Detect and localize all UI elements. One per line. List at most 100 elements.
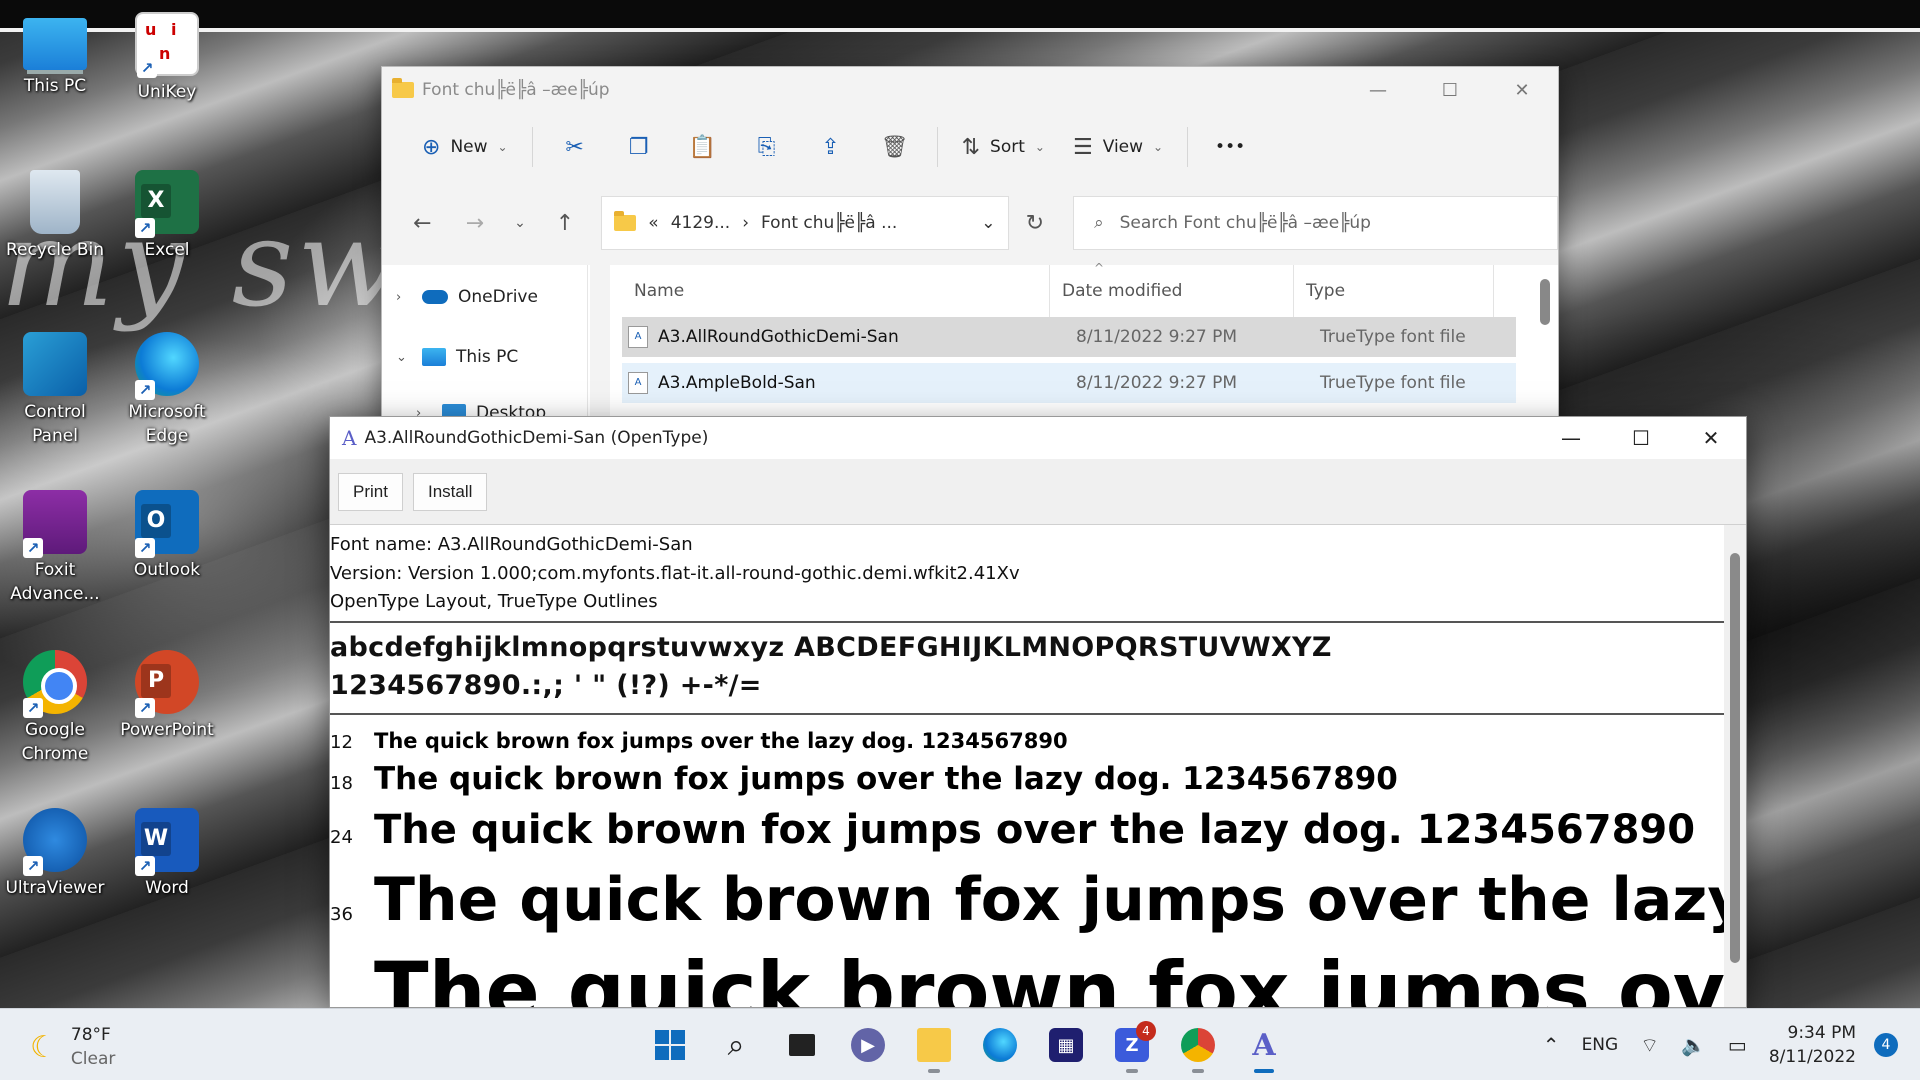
font-file-icon: A <box>628 372 648 394</box>
copy-icon: ❐ <box>628 134 649 160</box>
file-list-scrollbar[interactable] <box>1540 279 1550 325</box>
store-taskbar-button[interactable]: ▦ <box>1036 1019 1096 1071</box>
task-view-button[interactable] <box>772 1019 832 1071</box>
zalo-taskbar-button[interactable]: Z 4 <box>1102 1019 1162 1073</box>
column-header-name[interactable]: Name <box>622 265 1050 317</box>
close-button[interactable]: ✕ <box>1486 67 1558 113</box>
cut-button[interactable]: ✂ <box>545 125 605 169</box>
share-button[interactable]: ⇪ <box>801 125 861 169</box>
sample-text: The quick brown fox jumps over the lazy … <box>374 807 1696 853</box>
rename-button[interactable]: ⎘ <box>737 125 797 169</box>
desktop-icon-word[interactable]: W ↗ Word <box>112 808 222 900</box>
back-button[interactable]: ← <box>396 211 449 236</box>
desktop-icon-edge[interactable]: ↗ Microsoft Edge <box>112 332 222 448</box>
running-indicator <box>1192 1069 1204 1073</box>
volume-icon[interactable]: 🔈 <box>1681 1033 1706 1057</box>
wifi-icon[interactable]: ⌔ <box>1640 1033 1659 1058</box>
column-header-type[interactable]: Type <box>1294 265 1494 317</box>
maximize-button[interactable]: ☐ <box>1414 67 1486 113</box>
font-layout: OpenType Layout, TrueType Outlines <box>330 591 658 612</box>
desktop-icon-unikey[interactable]: u i n ↗ UniKey <box>112 12 222 104</box>
edge-taskbar-button[interactable] <box>970 1019 1030 1071</box>
column-label: Date modified <box>1062 281 1183 301</box>
shortcut-arrow-icon: ↗ <box>23 538 43 558</box>
recent-locations-button[interactable]: ⌄ <box>501 215 539 231</box>
print-button[interactable]: Print <box>338 472 403 511</box>
minimize-button[interactable]: — <box>1342 67 1414 113</box>
column-header-date[interactable]: Date modified <box>1050 265 1294 317</box>
navigation-scrollbar[interactable] <box>590 265 610 425</box>
sample-size: 12 <box>330 732 353 753</box>
font-viewer-titlebar[interactable]: A A3.AllRoundGothicDemi-San (OpenType) —… <box>330 417 1746 459</box>
address-overflow[interactable]: « <box>648 213 658 233</box>
forward-button[interactable]: → <box>449 211 502 236</box>
file-explorer-taskbar-button[interactable] <box>904 1019 964 1073</box>
file-date: 8/11/2022 9:27 PM <box>1076 373 1238 393</box>
clock[interactable]: 9:34 PM 8/11/2022 <box>1769 1021 1856 1069</box>
desktop-icon-recycle-bin[interactable]: Recycle Bin <box>0 170 110 262</box>
weather-condition: Clear <box>70 1049 116 1069</box>
file-row[interactable]: A A3.AmpleBold-San 8/11/2022 9:27 PM Tru… <box>622 363 1516 403</box>
word-letter-icon: W <box>141 822 171 856</box>
search-box[interactable]: ⌕ Search Font chu╠ë╠â –æe╠úp <box>1073 196 1558 250</box>
sample-size: 24 <box>330 827 353 848</box>
sample-text: The quick brown fox jumps over the lazy … <box>374 761 1398 797</box>
taskbar-search-button[interactable]: ⌕ <box>706 1019 766 1071</box>
nav-item-this-pc[interactable]: ⌄ This PC <box>396 347 518 367</box>
copy-button[interactable]: ❐ <box>609 125 669 169</box>
refresh-button[interactable]: ↻ <box>1009 211 1062 236</box>
explorer-title: Font chu╠ë╠â –æe╠úp <box>422 80 610 100</box>
chrome-taskbar-button[interactable] <box>1168 1019 1228 1073</box>
close-button[interactable]: ✕ <box>1676 417 1746 459</box>
view-button[interactable]: ☰ View ⌄ <box>1061 125 1175 169</box>
breadcrumb-item[interactable]: Font chu╠ë╠â ... <box>761 213 897 233</box>
desktop-icon-foxit[interactable]: ↗ Foxit Advance... <box>0 490 110 606</box>
font-viewer-taskbar-button[interactable]: A <box>1234 1019 1294 1073</box>
outlook-icon: O ↗ <box>135 490 199 558</box>
notification-center-badge[interactable]: 4 <box>1874 1033 1898 1057</box>
delete-button[interactable]: 🗑 <box>865 125 925 169</box>
unikey-icon: u i n ↗ <box>135 12 199 78</box>
nav-item-onedrive[interactable]: › OneDrive <box>396 287 538 307</box>
sort-button[interactable]: ⇅ Sort ⌄ <box>950 125 1057 169</box>
active-indicator <box>1254 1069 1274 1073</box>
explorer-titlebar[interactable]: Font chu╠ë╠â –æe╠úp — ☐ ✕ <box>382 67 1558 113</box>
desktop-icon-control-panel[interactable]: Control Panel <box>0 332 110 448</box>
desktop-icon-this-pc[interactable]: This PC <box>0 12 110 98</box>
word-icon: W ↗ <box>135 808 199 876</box>
desktop-icon-outlook[interactable]: O ↗ Outlook <box>112 490 222 582</box>
start-button[interactable] <box>640 1019 700 1071</box>
paste-button[interactable]: 📋 <box>673 125 733 169</box>
view-label: View <box>1102 137 1144 157</box>
outlook-letter-icon: O <box>141 504 171 538</box>
teams-chat-button[interactable]: ▶ <box>838 1019 898 1071</box>
desktop-icon-powerpoint[interactable]: P ↗ PowerPoint <box>112 650 222 742</box>
address-bar[interactable]: « 4129... › Font chu╠ë╠â ... ⌄ <box>601 196 1009 250</box>
minimize-button[interactable]: — <box>1536 417 1606 459</box>
file-row[interactable]: A A3.AllRoundGothicDemi-San 8/11/2022 9:… <box>622 317 1516 357</box>
install-button[interactable]: Install <box>412 472 488 511</box>
toolbar-separator <box>531 127 533 167</box>
sample-text: The quick brown fox jumps over the lazy … <box>374 729 1068 753</box>
system-tray: ⌃ ENG ⌔ 🔈 ▭ 9:34 PM 8/11/2022 4 <box>1543 1009 1920 1080</box>
weather-widget[interactable]: ☾ 78°F Clear <box>30 1023 115 1071</box>
address-dropdown-icon[interactable]: ⌄ <box>981 213 995 233</box>
desktop-icon-chrome[interactable]: ↗ Google Chrome <box>0 650 110 766</box>
desktop-icon-ultraviewer[interactable]: ↗ UltraViewer <box>0 808 110 900</box>
desktop-icon-label: Excel <box>144 240 190 260</box>
font-preview-area: Font name: A3.AllRoundGothicDemi-San Ver… <box>330 525 1726 1007</box>
battery-icon[interactable]: ▭ <box>1728 1033 1747 1057</box>
more-options-button[interactable]: ••• <box>1200 125 1260 169</box>
windows-logo-icon <box>653 1028 687 1062</box>
scrollbar-thumb[interactable] <box>1730 553 1740 963</box>
desktop-icon-excel[interactable]: X ↗ Excel <box>112 170 222 262</box>
show-hidden-icons-button[interactable]: ⌃ <box>1543 1033 1560 1057</box>
new-button[interactable]: ⊕ New ⌄ <box>410 125 520 169</box>
chevron-down-icon: ⌄ <box>396 349 407 365</box>
maximize-button[interactable]: ☐ <box>1606 417 1676 459</box>
font-preview-scrollbar[interactable] <box>1724 525 1746 1007</box>
language-indicator[interactable]: ENG <box>1582 1035 1619 1055</box>
breadcrumb-item[interactable]: 4129... <box>671 213 730 233</box>
sample-row-36: 36 The quick brown fox jumps over the la… <box>330 865 1726 935</box>
up-button[interactable]: ↑ <box>539 211 592 236</box>
